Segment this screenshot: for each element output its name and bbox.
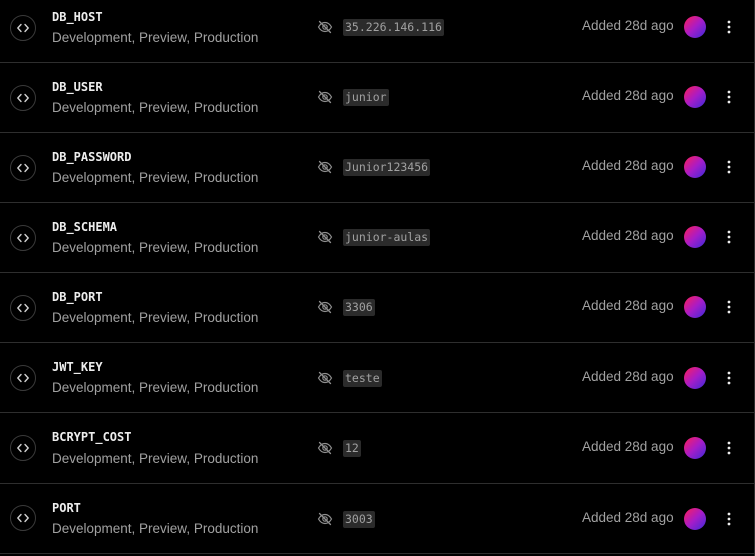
eye-off-icon[interactable]	[317, 511, 333, 527]
variable-value[interactable]: Junior123456	[343, 159, 431, 176]
avatar	[684, 367, 706, 389]
variable-environments: Development, Preview, Production	[52, 521, 259, 536]
variable-name: DB_SCHEMA	[52, 220, 118, 234]
added-timestamp: Added 28d ago	[582, 228, 674, 243]
variable-value[interactable]: junior	[343, 89, 389, 106]
variable-environments: Development, Preview, Production	[52, 380, 259, 395]
more-vertical-icon[interactable]	[718, 508, 740, 530]
env-variable-row: BCRYPT_COST Development, Preview, Produc…	[0, 414, 754, 484]
variable-value[interactable]: 3003	[343, 511, 375, 528]
code-icon	[10, 85, 36, 111]
env-variable-row: DB_PASSWORD Development, Preview, Produc…	[0, 133, 754, 203]
avatar	[684, 156, 706, 178]
variable-name: PORT	[52, 501, 81, 515]
variable-environments: Development, Preview, Production	[52, 100, 259, 115]
variable-environments: Development, Preview, Production	[52, 170, 259, 185]
variable-value[interactable]: teste	[343, 370, 382, 387]
env-variable-row: JWT_KEY Development, Preview, Production…	[0, 343, 754, 413]
eye-off-icon[interactable]	[317, 159, 333, 175]
variable-environments: Development, Preview, Production	[52, 240, 259, 255]
more-vertical-icon[interactable]	[718, 16, 740, 38]
more-vertical-icon[interactable]	[718, 156, 740, 178]
avatar	[684, 508, 706, 530]
avatar	[684, 226, 706, 248]
code-icon	[10, 15, 36, 41]
env-variable-row: PORT Development, Preview, Production 30…	[0, 484, 754, 554]
variable-value[interactable]: 3306	[343, 299, 375, 316]
env-variable-row: DB_USER Development, Preview, Production…	[0, 63, 754, 133]
added-timestamp: Added 28d ago	[582, 88, 674, 103]
env-variable-row: DB_HOST Development, Preview, Production…	[0, 0, 754, 63]
variable-name: BCRYPT_COST	[52, 430, 132, 444]
avatar	[684, 437, 706, 459]
env-variable-row: DB_SCHEMA Development, Preview, Producti…	[0, 203, 754, 273]
avatar	[684, 16, 706, 38]
eye-off-icon[interactable]	[317, 299, 333, 315]
code-icon	[10, 295, 36, 321]
eye-off-icon[interactable]	[317, 89, 333, 105]
added-timestamp: Added 28d ago	[582, 158, 674, 173]
variable-value[interactable]: 12	[343, 440, 361, 457]
eye-off-icon[interactable]	[317, 19, 333, 35]
more-vertical-icon[interactable]	[718, 437, 740, 459]
added-timestamp: Added 28d ago	[582, 439, 674, 454]
code-icon	[10, 435, 36, 461]
added-timestamp: Added 28d ago	[582, 369, 674, 384]
code-icon	[10, 225, 36, 251]
added-timestamp: Added 28d ago	[582, 298, 674, 313]
variable-name: DB_PASSWORD	[52, 150, 132, 164]
code-icon	[10, 365, 36, 391]
variable-name: DB_PORT	[52, 290, 103, 304]
code-icon	[10, 155, 36, 181]
added-timestamp: Added 28d ago	[582, 510, 674, 525]
eye-off-icon[interactable]	[317, 370, 333, 386]
variable-environments: Development, Preview, Production	[52, 451, 259, 466]
avatar	[684, 86, 706, 108]
variable-name: JWT_KEY	[52, 360, 103, 374]
variable-name: DB_HOST	[52, 10, 103, 24]
variable-value[interactable]: 35.226.146.116	[343, 19, 444, 36]
variable-environments: Development, Preview, Production	[52, 30, 259, 45]
more-vertical-icon[interactable]	[718, 296, 740, 318]
more-vertical-icon[interactable]	[718, 86, 740, 108]
eye-off-icon[interactable]	[317, 229, 333, 245]
variable-environments: Development, Preview, Production	[52, 310, 259, 325]
variable-value[interactable]: junior-aulas	[343, 229, 431, 246]
more-vertical-icon[interactable]	[718, 367, 740, 389]
env-variables-list: DB_HOST Development, Preview, Production…	[0, 0, 755, 556]
more-vertical-icon[interactable]	[718, 226, 740, 248]
variable-name: DB_USER	[52, 80, 103, 94]
code-icon	[10, 505, 36, 531]
eye-off-icon[interactable]	[317, 440, 333, 456]
added-timestamp: Added 28d ago	[582, 18, 674, 33]
avatar	[684, 296, 706, 318]
env-variable-row: DB_PORT Development, Preview, Production…	[0, 273, 754, 343]
